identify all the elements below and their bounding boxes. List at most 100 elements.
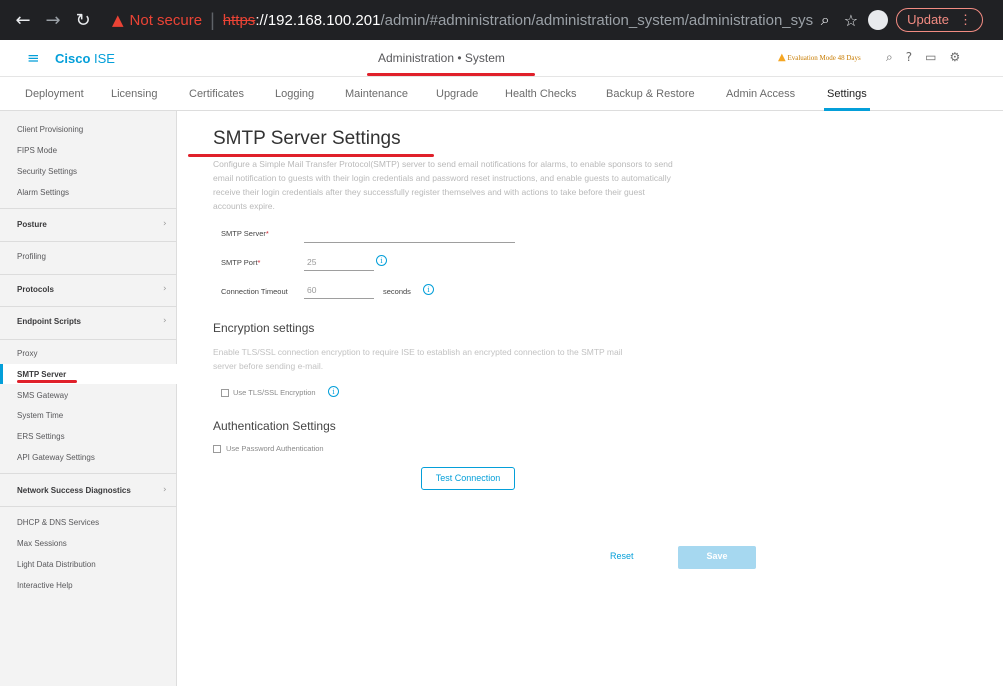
tab-health-checks[interactable]: Health Checks <box>505 88 577 100</box>
admin-tabs: Deployment Licensing Certificates Loggin… <box>0 78 1003 111</box>
sidebar-item-system-time[interactable]: System Time <box>17 411 63 420</box>
sidebar-selected-indicator <box>0 364 3 384</box>
tab-upgrade[interactable]: Upgrade <box>436 88 478 100</box>
cisco-ise-logo[interactable]: Cisco ISE <box>55 51 115 66</box>
settings-sidebar: Client Provisioning FIPS Mode Security S… <box>0 111 177 686</box>
sidebar-item-profiling[interactable]: Profiling <box>17 252 46 261</box>
smtp-server-label: SMTP Server* <box>221 229 269 238</box>
tab-deployment[interactable]: Deployment <box>25 88 84 100</box>
sidebar-item-light-data-distribution[interactable]: Light Data Distribution <box>17 560 96 569</box>
not-secure-label[interactable]: Not secure <box>130 12 203 29</box>
chevron-right-icon[interactable]: › <box>163 219 167 229</box>
sidebar-divider <box>0 274 177 275</box>
evaluation-mode-label: Evaluation Mode 48 Days <box>787 54 861 62</box>
url-host: ://192.168.100.201 <box>255 11 381 29</box>
tls-encryption-checkbox[interactable] <box>221 389 229 397</box>
sidebar-item-interactive-help[interactable]: Interactive Help <box>17 581 73 590</box>
password-auth-checkbox[interactable] <box>213 445 221 453</box>
reset-button[interactable]: Reset <box>610 551 634 561</box>
dashboard-icon[interactable]: ▭ <box>925 50 936 65</box>
evaluation-mode-badge[interactable]: ▲ Evaluation Mode 48 Days <box>778 52 861 63</box>
info-icon[interactable]: i <box>376 255 387 266</box>
back-icon[interactable]: ← <box>8 10 38 31</box>
sidebar-item-dhcp-dns-services[interactable]: DHCP & DNS Services <box>17 518 99 527</box>
sidebar-item-security-settings[interactable]: Security Settings <box>17 167 77 176</box>
tab-backup-restore[interactable]: Backup & Restore <box>606 88 695 100</box>
sidebar-item-smtp-server[interactable]: SMTP Server <box>17 370 66 379</box>
url-scheme: https <box>222 11 256 29</box>
sidebar-item-sms-gateway[interactable]: SMS Gateway <box>17 391 68 400</box>
profile-avatar[interactable] <box>868 10 889 30</box>
gear-icon[interactable]: ⚙ <box>949 50 960 65</box>
encryption-description: Enable TLS/SSL connection encryption to … <box>213 347 623 371</box>
sidebar-divider <box>0 208 177 209</box>
smtp-port-label-text: SMTP Port <box>221 258 258 267</box>
address-bar[interactable]: https://192.168.100.201/admin/#administr… <box>223 12 813 29</box>
sidebar-divider <box>0 306 177 307</box>
ise-header: ≡ Cisco ISE Administration • System ▲ Ev… <box>0 40 1003 77</box>
chevron-right-icon[interactable]: › <box>163 485 167 495</box>
authentication-heading: Authentication Settings <box>213 419 336 433</box>
reload-icon[interactable]: ↻ <box>68 10 98 31</box>
smtp-server-label-text: SMTP Server <box>221 229 266 238</box>
sidebar-divider <box>0 506 177 507</box>
tab-settings[interactable]: Settings <box>827 88 867 100</box>
password-auth-label[interactable]: Use Password Authentication <box>226 444 324 453</box>
forward-icon[interactable]: → <box>38 10 68 31</box>
sidebar-item-ers-settings[interactable]: ERS Settings <box>17 432 65 441</box>
smtp-server-input[interactable] <box>304 229 515 243</box>
timeout-units-label: seconds <box>383 287 411 296</box>
sidebar-item-network-success-diagnostics[interactable]: Network Success Diagnostics <box>17 486 131 495</box>
sidebar-item-fips-mode[interactable]: FIPS Mode <box>17 146 57 155</box>
sidebar-divider <box>0 339 177 340</box>
url-path: /admin/#administration/administration_sy… <box>380 11 813 29</box>
sidebar-item-posture[interactable]: Posture <box>17 220 47 229</box>
brand-cisco: Cisco <box>55 51 91 66</box>
tab-admin-access[interactable]: Admin Access <box>726 88 795 100</box>
connection-timeout-input[interactable]: 60 <box>304 285 374 299</box>
save-button[interactable]: Save <box>678 546 756 569</box>
sidebar-item-client-provisioning[interactable]: Client Provisioning <box>17 125 83 134</box>
brand-ise: ISE <box>90 51 115 66</box>
sidebar-divider <box>0 473 177 474</box>
sidebar-item-endpoint-scripts[interactable]: Endpoint Scripts <box>17 317 81 326</box>
connection-timeout-label: Connection Timeout <box>221 287 288 296</box>
annotation-underline-header <box>367 73 535 76</box>
page-description: Configure a Simple Mail Transfer Protoco… <box>213 159 673 211</box>
tab-maintenance[interactable]: Maintenance <box>345 88 408 100</box>
required-mark: * <box>265 229 269 238</box>
sidebar-item-api-gateway-settings[interactable]: API Gateway Settings <box>17 453 95 462</box>
info-icon[interactable]: i <box>328 386 339 397</box>
chevron-right-icon[interactable]: › <box>163 316 167 326</box>
encryption-heading: Encryption settings <box>213 321 315 335</box>
info-icon[interactable]: i <box>423 284 434 295</box>
sidebar-divider <box>0 241 177 242</box>
warning-icon[interactable]: ▲ <box>112 11 124 29</box>
hamburger-menu-icon[interactable]: ≡ <box>27 49 40 67</box>
browser-toolbar: ← → ↻ ▲ Not secure | https://192.168.100… <box>0 0 1003 40</box>
active-tab-indicator <box>824 108 870 111</box>
zoom-icon[interactable]: ⌕ <box>821 10 830 30</box>
required-mark: * <box>257 258 261 267</box>
sidebar-item-alarm-settings[interactable]: Alarm Settings <box>17 188 69 197</box>
sidebar-item-proxy[interactable]: Proxy <box>17 349 37 358</box>
tab-certificates[interactable]: Certificates <box>189 88 244 100</box>
page-breadcrumb: Administration • System <box>378 51 505 65</box>
tab-logging[interactable]: Logging <box>275 88 314 100</box>
update-button[interactable]: Update ⋮ <box>896 8 984 32</box>
search-icon[interactable]: ⌕ <box>886 50 893 65</box>
sidebar-item-max-sessions[interactable]: Max Sessions <box>17 539 67 548</box>
url-separator: | <box>210 9 215 30</box>
sidebar-item-protocols[interactable]: Protocols <box>17 285 54 294</box>
tab-licensing[interactable]: Licensing <box>111 88 157 100</box>
bookmark-star-icon[interactable]: ☆ <box>844 11 858 30</box>
smtp-port-input[interactable]: 25 <box>304 257 374 271</box>
update-label: Update <box>907 12 950 27</box>
chevron-right-icon[interactable]: › <box>163 284 167 294</box>
test-connection-button[interactable]: Test Connection <box>421 467 515 490</box>
tls-encryption-label[interactable]: Use TLS/SSL Encryption <box>233 388 316 397</box>
smtp-port-label: SMTP Port* <box>221 258 260 267</box>
kebab-menu-icon: ⋮ <box>959 12 973 27</box>
annotation-underline-sidebar <box>17 380 77 383</box>
help-icon[interactable]: ? <box>906 50 912 65</box>
